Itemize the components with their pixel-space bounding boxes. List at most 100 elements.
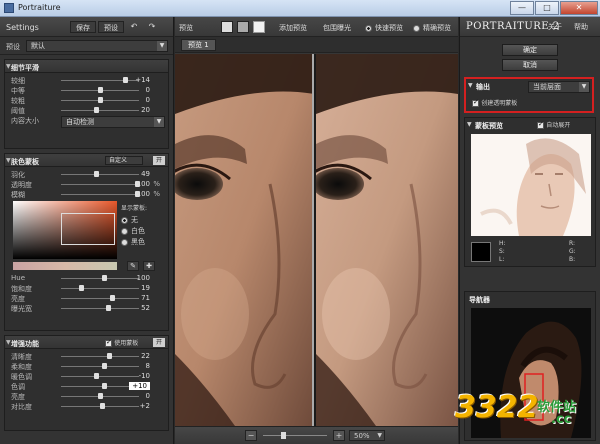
auto-expand-checkbox[interactable]: 自动展开 <box>537 120 570 129</box>
slider-knob[interactable] <box>94 171 100 177</box>
slider-track[interactable] <box>61 383 139 389</box>
slider-knob[interactable] <box>105 305 111 311</box>
slider-value[interactable]: 0 <box>146 392 150 400</box>
color-picker[interactable] <box>13 201 117 259</box>
zoom-slider-knob[interactable] <box>281 432 286 439</box>
slider-track[interactable] <box>61 373 139 379</box>
opt-black[interactable]: 黑色 <box>121 237 145 247</box>
output-target-value: 当前层面 <box>533 83 561 91</box>
help-button[interactable]: 帮助 <box>570 21 592 33</box>
collapse-icon[interactable]: ▼ <box>6 157 11 164</box>
maximize-button[interactable]: □ <box>535 1 559 15</box>
slider-track[interactable] <box>61 275 139 281</box>
opt-none[interactable]: 无 <box>121 215 138 225</box>
zoom-out-button[interactable]: − <box>245 430 257 441</box>
use-mask-checkbox[interactable]: 使用蒙板 <box>105 338 138 347</box>
redo-icon[interactable]: ↷ <box>146 21 158 33</box>
slider-track[interactable] <box>61 181 141 187</box>
color-selection-box[interactable] <box>61 213 115 245</box>
mask-mode-dropdown[interactable]: 自定义 <box>105 156 143 165</box>
slider-knob[interactable] <box>78 285 84 291</box>
slider-track[interactable] <box>61 97 139 103</box>
slider-value[interactable]: +10 <box>129 382 150 390</box>
mask-preview-image <box>471 134 591 236</box>
bracket-button[interactable]: 包围曝光 <box>323 23 351 33</box>
slider-track[interactable] <box>61 403 139 409</box>
slider-value[interactable]: 52 <box>141 304 150 312</box>
minimize-button[interactable]: — <box>510 1 534 15</box>
eyedropper-plus-icon[interactable]: ✚ <box>143 261 155 271</box>
title-bar: Portraiture — □ ✕ <box>0 0 600 17</box>
undo-icon[interactable]: ↶ <box>128 21 140 33</box>
slider-value[interactable]: 100 <box>137 190 150 198</box>
after-photo[interactable] <box>316 54 458 426</box>
presets-button[interactable]: 预设 <box>98 21 124 33</box>
split-vertical-icon[interactable] <box>253 21 265 33</box>
chevron-down-icon: ▼ <box>157 41 167 51</box>
slider-value[interactable]: 19 <box>141 284 150 292</box>
slider-knob[interactable] <box>101 363 107 369</box>
output-target-dropdown[interactable]: 当前层面 ▼ <box>528 81 590 93</box>
about-button[interactable]: 关于 <box>544 21 566 33</box>
size-dropdown[interactable]: 自动检测 ▼ <box>61 116 165 128</box>
slider-track[interactable] <box>61 87 139 93</box>
slider-track[interactable] <box>61 191 141 197</box>
save-button[interactable]: 保存 <box>70 21 96 33</box>
preview-images[interactable] <box>175 54 458 426</box>
slider-value[interactable]: 20 <box>141 106 150 114</box>
zoom-dropdown[interactable]: 50% ▼ <box>349 430 385 441</box>
slider-knob[interactable] <box>109 295 115 301</box>
create-mask-checkbox[interactable]: 创建透明蒙板 <box>472 98 517 107</box>
slider-value[interactable]: 8 <box>146 362 150 370</box>
slider-value[interactable]: 22 <box>141 352 150 360</box>
slider-value[interactable]: 0 <box>146 86 150 94</box>
slider-value[interactable]: 71 <box>141 294 150 302</box>
slider-knob[interactable] <box>98 87 103 93</box>
enhance-on-button[interactable]: 开 <box>153 338 165 347</box>
slider-track[interactable] <box>61 393 139 399</box>
slider-value[interactable]: -10 <box>139 372 150 380</box>
eyedropper-icon[interactable]: ✎ <box>127 261 139 271</box>
slider-knob[interactable] <box>101 275 107 281</box>
hue-strip[interactable] <box>13 262 117 270</box>
zoom-slider[interactable] <box>263 432 327 439</box>
slider-track[interactable] <box>61 353 139 359</box>
mask-on-button[interactable]: 开 <box>153 156 165 165</box>
accurate-preview-radio[interactable]: 精确预览 <box>413 23 451 33</box>
slider-track[interactable] <box>61 363 139 369</box>
slider-knob[interactable] <box>98 97 103 103</box>
collapse-icon[interactable]: ▼ <box>6 63 11 70</box>
slider-value[interactable]: 100 <box>137 180 150 188</box>
slider-knob[interactable] <box>101 383 107 389</box>
slider-value[interactable]: 0 <box>146 96 150 104</box>
collapse-icon[interactable]: ▼ <box>6 339 11 346</box>
slider-knob[interactable] <box>94 107 100 113</box>
zoom-in-button[interactable]: + <box>333 430 345 441</box>
slider-track[interactable] <box>61 295 139 301</box>
slider-value[interactable]: 49 <box>141 170 150 178</box>
ok-button[interactable]: 确定 <box>502 44 558 56</box>
tab-preview-1[interactable]: 预览 1 <box>181 39 216 51</box>
slider-track[interactable] <box>61 77 139 83</box>
cancel-button[interactable]: 取消 <box>502 59 558 71</box>
slider-track[interactable] <box>61 107 139 113</box>
slider-value[interactable]: 100 <box>137 274 150 282</box>
slider-track[interactable] <box>61 305 139 311</box>
single-view-icon[interactable] <box>221 21 233 33</box>
slider-value[interactable]: +2 <box>140 402 150 410</box>
close-button[interactable]: ✕ <box>560 1 598 15</box>
preset-dropdown[interactable]: 默认 ▼ <box>26 40 168 52</box>
split-horizontal-icon[interactable] <box>237 21 249 33</box>
before-photo[interactable] <box>175 54 314 426</box>
slider-knob[interactable] <box>122 77 128 83</box>
opt-white[interactable]: 白色 <box>121 226 145 236</box>
quick-preview-radio[interactable]: 快速预览 <box>365 23 403 33</box>
slider-knob[interactable] <box>94 373 100 379</box>
slider-value[interactable]: +14 <box>135 76 150 84</box>
slider-knob[interactable] <box>107 353 113 359</box>
slider-track[interactable] <box>61 285 139 291</box>
slider-knob[interactable] <box>98 393 103 399</box>
slider-track[interactable] <box>61 171 139 177</box>
add-preview-button[interactable]: 添加预览 <box>279 23 307 33</box>
slider-knob[interactable] <box>99 403 105 409</box>
